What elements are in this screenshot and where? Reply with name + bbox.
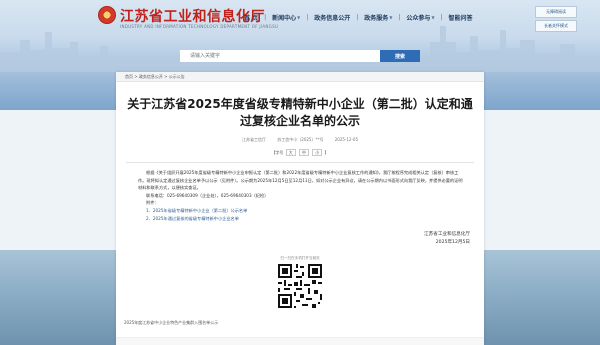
site-subtitle: INDUSTRY AND INFORMATION TECHNOLOGY DEPA…: [120, 24, 279, 29]
breadcrumb[interactable]: 首页 > 政务信息公开 > 公示公告: [116, 72, 484, 82]
card-footer: [116, 337, 484, 345]
attachment-link[interactable]: 1．2025年省级专精特新中小企业（第二批）公示名单: [146, 207, 463, 215]
article-date: 2025-12-05: [334, 137, 358, 142]
article-card: 首页 > 政务信息公开 > 公示公告 关于江苏省2025年度省级专精特新中小企业…: [116, 72, 484, 345]
attachment-link[interactable]: 2．2025年通过复核的省级专精特新中小企业名单: [146, 215, 463, 223]
contact-info: 联系电话：025-69640309（企业处），025-69640303（纪检）: [146, 192, 269, 198]
font-size-small-button[interactable]: 小: [312, 149, 323, 156]
article-title: 关于江苏省2025年度省级专精特新中小企业（第二批）认定和通过复核企业名单的公示: [127, 97, 473, 128]
nav-services[interactable]: 政务服务 ▼: [358, 13, 398, 22]
qr-caption: 扫一扫在手机打开当前页: [280, 256, 320, 260]
font-size-large-button[interactable]: 大: [285, 149, 296, 156]
attachments-label: 附件：: [146, 200, 159, 206]
chevron-down-icon: ▼: [297, 15, 301, 20]
nav-home[interactable]: 首 页: [238, 13, 264, 22]
accessibility-links: 无障碍阅读 长者关怀模式: [535, 6, 577, 34]
nav-smart-qa[interactable]: 智能问答: [443, 13, 479, 22]
article-body: 根据《关于组织开展2025年度省级专精特新中小企业申报认定（第二批）和2022年…: [138, 169, 463, 222]
signature: 江苏省工业和信息化厅 2025年12月5日: [424, 231, 470, 247]
article-doc-no: 苏工信中小〔2025〕**号: [277, 137, 324, 142]
search-bar: 搜索: [180, 50, 420, 62]
nav-participation[interactable]: 公众参与 ▼: [400, 13, 440, 22]
site-header: 江苏省工业和信息化厅 INDUSTRY AND INFORMATION TECH…: [0, 0, 600, 36]
signature-date: 2025年12月5日: [435, 240, 470, 245]
font-size-medium-button[interactable]: 中: [299, 149, 309, 156]
body-paragraph: 根据《关于组织开展2025年度省级专精特新中小企业申报认定（第二批）和2022年…: [138, 170, 463, 191]
font-size-control: 【字号 大 中 小 】: [271, 149, 329, 156]
chevron-down-icon: ▼: [431, 15, 435, 20]
search-button[interactable]: 搜索: [380, 50, 420, 62]
article-source: 江苏省工信厅: [242, 137, 266, 142]
nav-news[interactable]: 新闻中心 ▼: [266, 13, 306, 22]
elder-mode-button[interactable]: 长者关怀模式: [535, 20, 577, 32]
main-nav: 首 页 | 新闻中心 ▼ | 政务信息公开 | 政务服务 ▼ | 公众参与 ▼ | 智…: [238, 13, 479, 22]
chevron-down-icon: ▼: [389, 15, 393, 20]
accessibility-button[interactable]: 无障碍阅读: [535, 6, 577, 18]
nav-gov-info[interactable]: 政务信息公开: [308, 13, 356, 22]
qr-code-icon: [276, 262, 324, 310]
signature-org: 江苏省工业和信息化厅: [424, 232, 470, 237]
search-input[interactable]: [180, 50, 380, 62]
divider: [126, 162, 474, 163]
footer-note[interactable]: 2025年度江苏省中小企业特色产业集群入围名单公示: [124, 320, 218, 326]
attachments: 附件： 1．2025年省级专精特新中小企业（第二批）公示名单 2．2025年通过…: [138, 199, 463, 222]
article-meta: 江苏省工信厅 苏工信中小〔2025〕**号 2025-12-05: [116, 137, 484, 143]
emblem-icon: [98, 6, 116, 24]
